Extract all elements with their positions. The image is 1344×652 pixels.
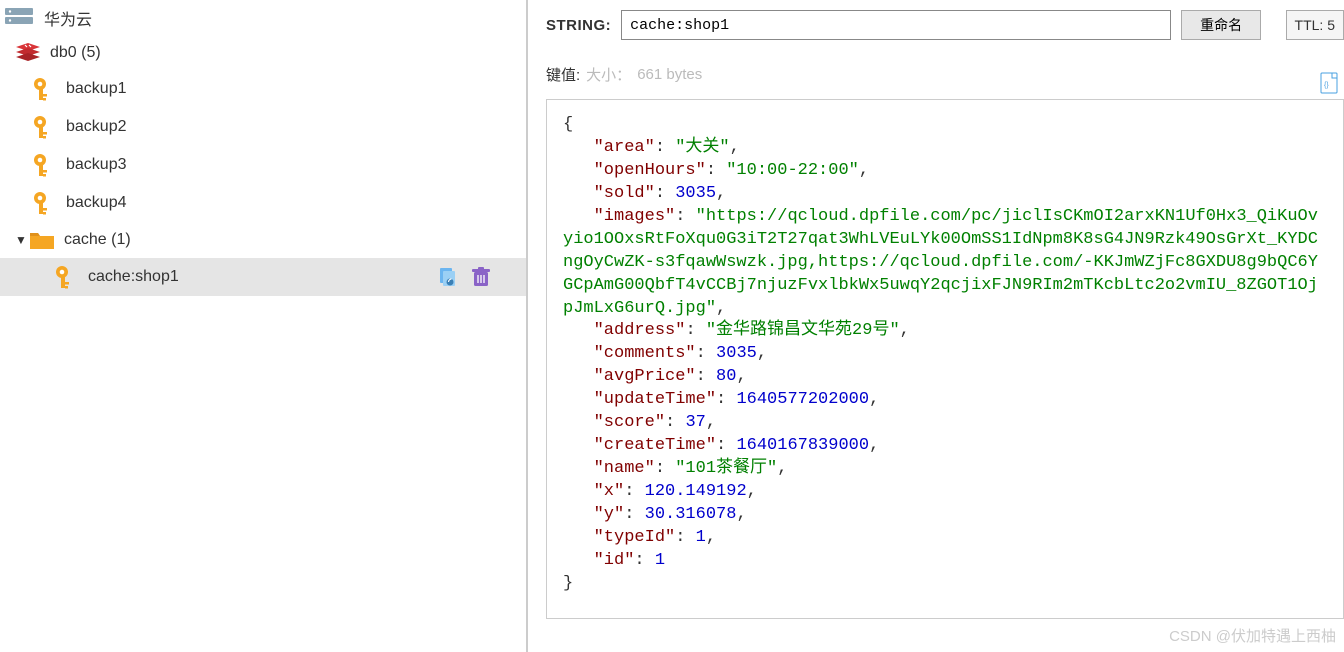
chevron-down-icon[interactable]: ▼ [14,233,28,247]
key-icon [30,114,58,140]
rename-button[interactable]: 重命名 [1181,10,1261,40]
type-label: STRING: [546,17,611,34]
tree-key-backup1[interactable]: backup1 [0,70,526,108]
key-label: backup1 [66,80,127,98]
tree-key-cache-shop1[interactable]: cache:shop1 [0,258,526,296]
database-icon [14,42,42,64]
key-icon [30,152,58,178]
key-label: backup4 [66,194,127,212]
db-label: db0 (5) [50,44,101,62]
server-icon [4,6,36,30]
key-icon [52,264,80,290]
tree-key-backup4[interactable]: backup4 [0,184,526,222]
value-label: 键值: [546,64,580,85]
folder-icon [28,228,56,252]
tree-server[interactable]: 华为云 [0,0,526,36]
key-label: backup3 [66,156,127,174]
tree-folder-cache[interactable]: ▼ cache (1) [0,222,526,258]
tree-db[interactable]: db0 (5) [0,36,526,70]
tree-key-backup2[interactable]: backup2 [0,108,526,146]
tree-key-backup3[interactable]: backup3 [0,146,526,184]
key-header: STRING: 重命名 TTL: 5 [546,10,1344,40]
svg-text:{}: {} [1324,82,1329,89]
size-label: 大小： [586,64,631,85]
folder-label: cache (1) [64,231,131,249]
key-label: cache:shop1 [88,268,179,286]
key-name-input[interactable] [621,10,1171,40]
key-label: backup2 [66,118,127,136]
key-icon [30,76,58,102]
value-meta: 键值: 大小： 661 bytes [546,64,1344,85]
main-panel: STRING: 重命名 TTL: 5 键值: 大小： 661 bytes {} … [528,0,1344,652]
copy-icon[interactable] [436,266,458,288]
key-icon [30,190,58,216]
ttl-box[interactable]: TTL: 5 [1286,10,1344,40]
value-viewer[interactable]: { "area": "大关", "openHours": "10:00-22:0… [546,99,1344,619]
delete-icon[interactable] [470,266,492,288]
sidebar: 华为云 db0 (5) backup1 backup2 backup3 back… [0,0,528,652]
server-name: 华为云 [44,6,92,30]
json-view-icon[interactable]: {} [1320,72,1338,94]
size-value: 661 bytes [637,66,702,83]
